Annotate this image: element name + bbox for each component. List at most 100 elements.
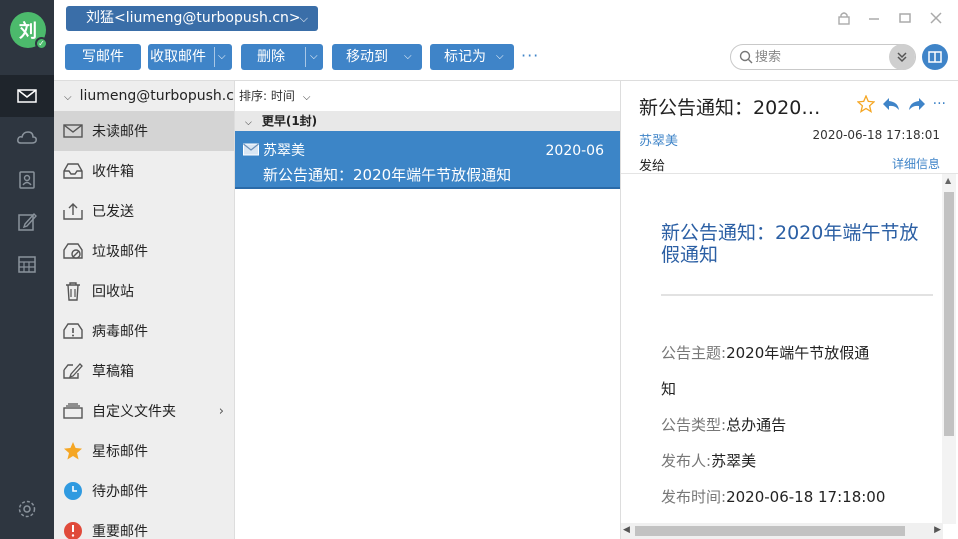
folder-virus[interactable]: 病毒邮件 <box>54 311 234 351</box>
reading-pane: 新公告通知：2020年端午节放假通知 ··· 苏翠美 2020-06-18 17… <box>620 80 958 539</box>
message-list: 排序: 时间 ⌵ ⌵ 更早(1封) 苏翠美 2020-06 新公告通知：2020年端… <box>234 80 620 539</box>
account-switcher[interactable]: 刘猛<liumeng@turbopush.cn> ⌵ <box>66 6 318 31</box>
chevron-down-icon: ⌵ <box>64 92 72 103</box>
account-tree-header[interactable]: ⌵ liumeng@turbopush.cn <box>54 81 234 111</box>
group-label: 更早(1封) <box>261 114 318 128</box>
folder-label: 已发送 <box>92 204 134 220</box>
cloud-icon[interactable] <box>0 117 54 159</box>
group-header[interactable]: ⌵ 更早(1封) <box>235 111 620 131</box>
sort-control[interactable]: 排序: 时间 ⌵ <box>235 81 620 111</box>
chevron-down-icon: ⌵ <box>299 12 308 25</box>
folder-custom[interactable]: 自定义文件夹 › <box>54 391 234 431</box>
field-publisher: 发布人:苏翠美 <box>661 452 757 470</box>
mark-as-label: 标记为 <box>444 49 486 65</box>
scroll-right-icon[interactable]: ▶ <box>934 525 941 535</box>
folder-label: 重要邮件 <box>92 524 148 539</box>
message-date: 2020-06 <box>545 143 605 159</box>
folder-important[interactable]: 重要邮件 <box>54 511 234 539</box>
compose-button[interactable]: 写邮件 <box>65 44 141 70</box>
move-to-button[interactable]: 移动到 ⌵ <box>332 44 422 70</box>
message-sender: 苏翠美 <box>263 143 305 159</box>
folder-label: 收件箱 <box>92 164 134 180</box>
field-subject-cont: 知 <box>661 380 677 398</box>
more-icon[interactable]: ··· <box>933 96 946 112</box>
reply-icon[interactable] <box>881 96 901 112</box>
scroll-thumb[interactable] <box>635 526 905 536</box>
custom-folder-icon <box>62 400 84 422</box>
search-input[interactable] <box>755 47 883 67</box>
chevron-right-icon[interactable]: › <box>219 404 224 419</box>
search-icon <box>739 50 753 68</box>
folder-drafts[interactable]: 草稿箱 <box>54 351 234 391</box>
account-label: 刘猛<liumeng@turbopush.cn> <box>86 10 301 26</box>
folder-trash[interactable]: 回收站 <box>54 271 234 311</box>
avatar-text: 刘 <box>19 21 37 42</box>
app-rail: 刘 ✓ <box>0 0 54 539</box>
folder-todo[interactable]: 待办邮件 <box>54 471 234 511</box>
layout-toggle-icon[interactable] <box>922 44 948 70</box>
forward-icon[interactable] <box>907 96 927 112</box>
advanced-search-icon[interactable] <box>889 44 915 70</box>
scroll-up-icon[interactable]: ▲ <box>945 176 951 185</box>
mark-as-button[interactable]: 标记为 ⌵ <box>430 44 514 70</box>
folder-spam[interactable]: 垃圾邮件 <box>54 231 234 271</box>
email-time: 2020-06-18 17:18:01 <box>812 128 940 142</box>
contacts-icon[interactable] <box>0 159 54 201</box>
lock-icon[interactable] <box>834 8 854 28</box>
sort-label: 排序: 时间 <box>239 89 295 103</box>
chevron-down-icon[interactable]: ⌵ <box>218 44 226 70</box>
folder-label: 待办邮件 <box>92 484 148 500</box>
close-icon[interactable] <box>926 8 946 28</box>
chevron-down-icon: ⌵ <box>245 118 252 128</box>
top-toolbar: 刘猛<liumeng@turbopush.cn> ⌵ 写邮件 收取邮件 ⌵ 删除… <box>54 0 958 80</box>
drafts-icon <box>62 360 84 382</box>
divider <box>661 294 933 296</box>
message-row[interactable]: 苏翠美 2020-06 新公告通知：2020年端午节放假通知 <box>235 131 620 189</box>
horizontal-scrollbar[interactable]: ◀ ▶ <box>621 523 943 539</box>
folder-label: 垃圾邮件 <box>92 244 148 260</box>
delete-button[interactable]: 删除 ⌵ <box>241 44 323 70</box>
chevron-down-icon: ⌵ <box>302 92 311 103</box>
more-actions-button[interactable]: ··· <box>521 46 539 65</box>
folder-label: 未读邮件 <box>92 124 148 140</box>
spam-icon <box>62 240 84 262</box>
folder-starred[interactable]: 星标邮件 <box>54 431 234 471</box>
virus-mail-icon <box>62 320 84 342</box>
folder-label: 草稿箱 <box>92 364 134 380</box>
folder-unread[interactable]: 未读邮件 <box>54 111 234 151</box>
folder-sent[interactable]: 已发送 <box>54 191 234 231</box>
todo-icon <box>62 480 84 502</box>
search-box <box>730 44 916 70</box>
move-to-label: 移动到 <box>346 49 388 65</box>
chevron-down-icon: ⌵ <box>496 51 504 62</box>
message-subject: 新公告通知：2020年端午节放假通知 <box>263 166 512 184</box>
folder-label: 病毒邮件 <box>92 324 148 340</box>
folder-label: 自定义文件夹 <box>92 404 176 420</box>
important-icon <box>62 520 84 539</box>
folder-inbox[interactable]: 收件箱 <box>54 151 234 191</box>
vertical-scrollbar[interactable]: ▲ <box>942 174 956 524</box>
minimize-icon[interactable] <box>864 8 884 28</box>
chevron-down-icon[interactable]: ⌵ <box>310 44 318 70</box>
field-type: 公告类型:总办通告 <box>661 416 787 434</box>
mail-icon[interactable] <box>0 75 54 117</box>
scroll-thumb[interactable] <box>944 192 954 436</box>
email-actions: ··· <box>856 95 946 113</box>
email-recipients-label: 发给 <box>639 159 666 174</box>
avatar[interactable]: 刘 ✓ <box>10 12 48 50</box>
scroll-left-icon[interactable]: ◀ <box>623 525 630 535</box>
email-sender[interactable]: 苏翠美 <box>639 130 678 149</box>
unread-mail-icon <box>62 120 84 142</box>
field-subject: 公告主题:2020年端午节放假通 <box>661 344 870 362</box>
details-link[interactable]: 详细信息 <box>892 155 940 172</box>
settings-icon[interactable] <box>0 488 54 530</box>
inbox-icon <box>62 160 84 182</box>
chevron-down-icon: ⌵ <box>404 51 412 62</box>
account-email: liumeng@turbopush.cn <box>79 88 234 104</box>
star-icon[interactable] <box>856 95 875 113</box>
notes-icon[interactable] <box>0 201 54 243</box>
maximize-icon[interactable] <box>895 8 915 28</box>
receive-mail-button[interactable]: 收取邮件 ⌵ <box>148 44 232 70</box>
email-title: 新公告通知：2020年端午节放假通知 <box>639 97 839 119</box>
calendar-icon[interactable] <box>0 243 54 285</box>
